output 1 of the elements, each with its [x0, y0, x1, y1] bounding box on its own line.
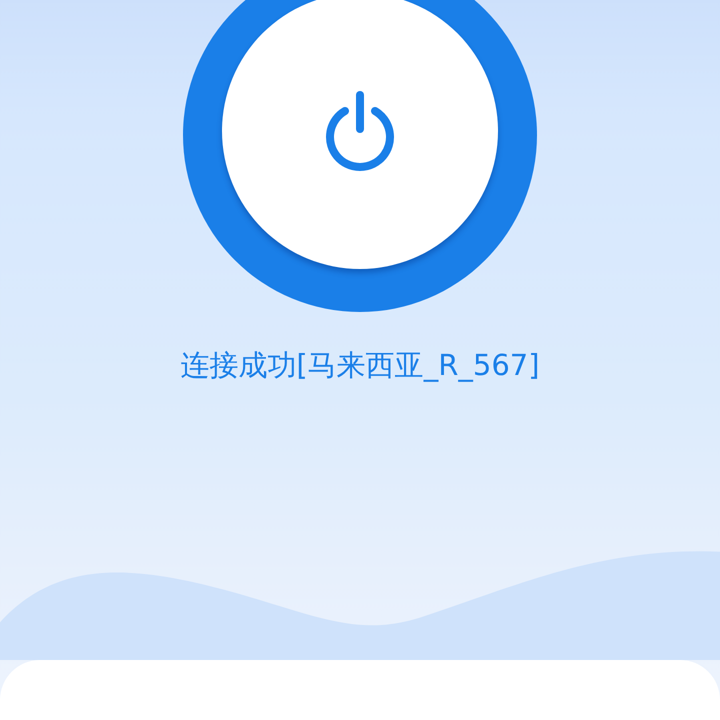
connection-status: 连接成功[马来西亚_R_567] [180, 347, 540, 384]
